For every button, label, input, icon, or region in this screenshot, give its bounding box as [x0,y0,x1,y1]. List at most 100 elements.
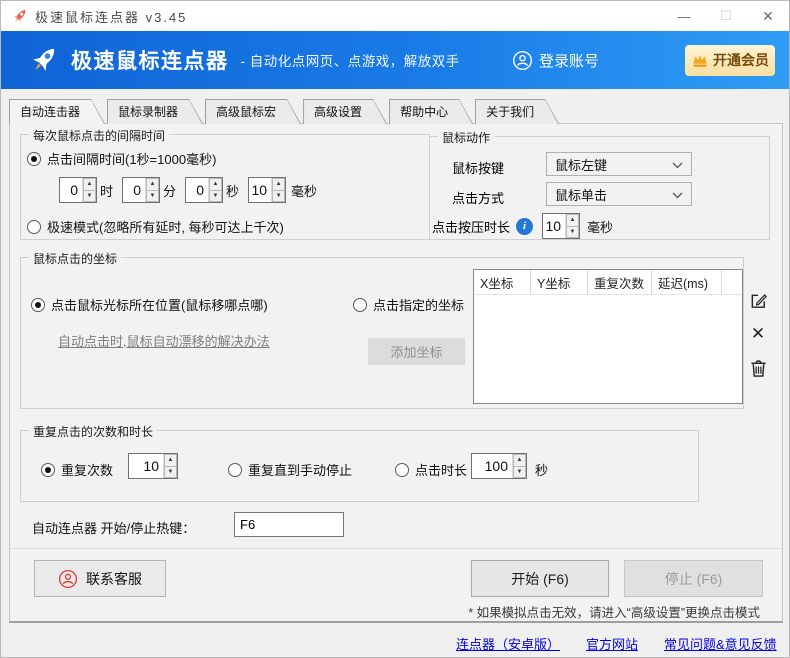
vip-button[interactable]: 开通会员 [685,45,775,76]
divider [10,548,782,549]
tab-label: 鼠标录制器 [118,103,178,120]
tab-mouse-recorder[interactable]: 鼠标录制器 [107,99,203,124]
radio-repeat-count-label[interactable]: 重复次数 [61,460,113,479]
brand-tagline: - 自动化点网页、点游戏，解放双手 [241,50,460,70]
hotkey-input[interactable] [234,512,344,537]
trash-icon[interactable] [748,358,768,378]
chevron-down-icon [672,187,683,202]
duration-down-arrow[interactable]: ▼ [513,466,526,479]
hours-up-arrow[interactable]: ▲ [83,178,96,190]
repeat-count-value[interactable]: 10 [129,454,163,478]
mouse-button-value: 鼠标左键 [555,155,607,174]
radio-click-at-coords-label[interactable]: 点击指定的坐标 [373,295,464,314]
millis-unit: 毫秒 [291,181,317,200]
radio-repeat-count[interactable] [41,463,55,477]
col-header-repeat[interactable]: 重复次数 [588,270,652,294]
repeat-down-arrow[interactable]: ▼ [164,466,177,479]
press-duration-unit: 毫秒 [587,217,613,236]
tab-auto-clicker[interactable]: 自动连击器 [9,99,105,124]
login-button[interactable]: 登录账号 [512,50,599,71]
tab-advanced-settings[interactable]: 高级设置 [303,99,387,124]
minutes-value[interactable]: 0 [123,178,145,202]
radio-turbo-mode[interactable] [27,220,41,234]
official-site-link[interactable]: 官方网站 [586,634,638,653]
millis-up-arrow[interactable]: ▲ [272,178,285,190]
repeat-up-arrow[interactable]: ▲ [164,454,177,466]
tab-about-us[interactable]: 关于我们 [475,99,559,124]
col-header-y[interactable]: Y坐标 [531,270,588,294]
edit-icon[interactable] [748,290,768,310]
app-window: 极速鼠标连点器 v3.45 — ☐ ✕ 极速鼠标连点器 - 自动化点网页、点游戏… [0,0,790,658]
hotkey-label: 自动连点器 开始/停止热键： [32,518,195,537]
mouse-action-group: 鼠标动作 鼠标按键 鼠标左键 点击方式 鼠标单击 点击按压时长 i 10 [429,136,770,240]
coordinates-table[interactable]: X坐标 Y坐标 重复次数 延迟(ms) [473,269,743,404]
seconds-unit: 秒 [226,181,239,200]
minutes-down-arrow[interactable]: ▼ [146,190,159,203]
seconds-spinner[interactable]: 0 ▲▼ [185,177,223,203]
android-version-link[interactable]: 连点器（安卓版） [456,634,560,653]
duration-up-arrow[interactable]: ▲ [513,454,526,466]
col-header-x[interactable]: X坐标 [474,270,531,294]
tab-label: 高级鼠标宏 [216,103,276,120]
seconds-up-arrow[interactable]: ▲ [209,178,222,190]
click-duration-unit: 秒 [535,460,548,479]
tab-advanced-macro[interactable]: 高级鼠标宏 [205,99,301,124]
seconds-value[interactable]: 0 [186,178,208,202]
maximize-button[interactable]: ☐ [705,1,747,31]
hours-down-arrow[interactable]: ▼ [83,190,96,203]
stop-button[interactable]: 停止 (F6) [624,560,763,597]
click-duration-value[interactable]: 100 [472,454,512,478]
radio-click-duration-label[interactable]: 点击时长 [415,460,467,479]
press-up-arrow[interactable]: ▲ [566,214,579,226]
hours-spinner[interactable]: 0 ▲▼ [59,177,97,203]
press-duration-label: 点击按压时长 [432,217,510,236]
radio-click-duration[interactable] [395,463,409,477]
radio-repeat-until-stop[interactable] [228,463,242,477]
radio-interval-time-label[interactable]: 点击间隔时间(1秒=1000毫秒) [47,149,216,168]
radio-click-at-cursor[interactable] [31,298,45,312]
millis-value[interactable]: 10 [249,178,271,202]
start-label: 开始 (F6) [511,569,569,589]
brand-rocket-icon [27,43,61,77]
contact-support-button[interactable]: 联系客服 [34,560,166,597]
hours-value[interactable]: 0 [60,178,82,202]
coordinates-table-header: X坐标 Y坐标 重复次数 延迟(ms) [474,270,742,295]
user-icon [512,50,533,71]
click-mode-select[interactable]: 鼠标单击 [546,182,692,206]
add-coordinate-button[interactable]: 添加坐标 [368,338,465,365]
minutes-unit: 分 [163,181,176,200]
info-icon[interactable]: i [516,218,533,235]
remove-icon[interactable]: ✕ [748,324,768,344]
radio-turbo-mode-label[interactable]: 极速模式(忽略所有延时, 每秒可达上千次) [47,217,284,236]
press-down-arrow[interactable]: ▼ [566,226,579,239]
click-duration-spinner[interactable]: 100 ▲▼ [471,453,527,479]
tab-help-center[interactable]: 帮助中心 [389,99,473,124]
start-button[interactable]: 开始 (F6) [471,560,609,597]
minutes-up-arrow[interactable]: ▲ [146,178,159,190]
millis-down-arrow[interactable]: ▼ [272,190,285,203]
close-button[interactable]: ✕ [747,1,789,31]
coordinates-table-body [474,295,742,403]
radio-click-at-cursor-label[interactable]: 点击鼠标光标所在位置(鼠标移哪点哪) [51,295,268,314]
mouse-drift-help-link[interactable]: 自动点击时,鼠标自动漂移的解决办法 [58,331,270,350]
millis-spinner[interactable]: 10 ▲▼ [248,177,286,203]
app-header: 极速鼠标连点器 - 自动化点网页、点游戏，解放双手 登录账号 开通会员 [1,31,789,89]
repeat-group-title: 重复点击的次数和时长 [29,423,157,440]
radio-interval-time[interactable] [27,152,41,166]
mouse-button-select[interactable]: 鼠标左键 [546,152,692,176]
minimize-button[interactable]: — [663,1,705,31]
radio-repeat-until-stop-label[interactable]: 重复直到手动停止 [248,460,352,479]
radio-click-at-coords[interactable] [353,298,367,312]
seconds-down-arrow[interactable]: ▼ [209,190,222,203]
repeat-count-spinner[interactable]: 10 ▲▼ [128,453,178,479]
crown-icon [691,52,709,69]
press-duration-spinner[interactable]: 10 ▲▼ [542,213,580,239]
login-label: 登录账号 [539,50,599,71]
click-mode-value: 鼠标单击 [555,185,607,204]
tab-bar: 自动连击器 鼠标录制器 高级鼠标宏 高级设置 帮助中心 关于我们 [9,99,559,124]
faq-feedback-link[interactable]: 常见问题&意见反馈 [664,634,777,653]
table-tools: ✕ [748,290,768,392]
minutes-spinner[interactable]: 0 ▲▼ [122,177,160,203]
col-header-delay[interactable]: 延迟(ms) [652,270,722,294]
press-duration-value[interactable]: 10 [543,214,565,238]
